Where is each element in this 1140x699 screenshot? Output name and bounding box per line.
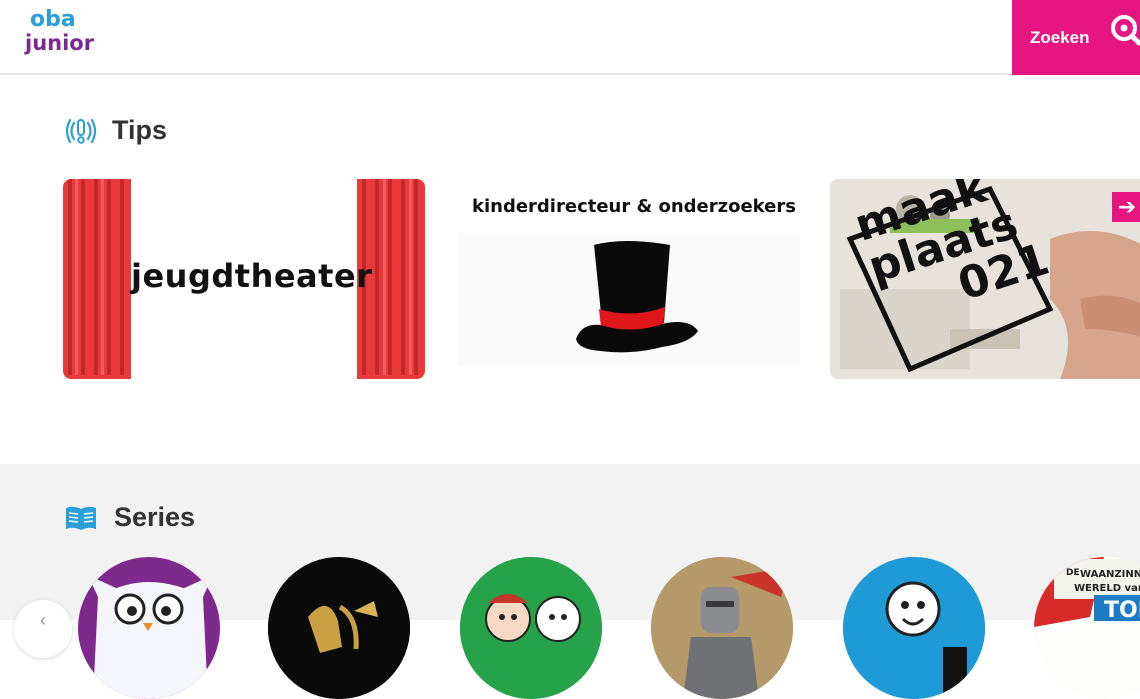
search-button-label: Zoeken (1030, 27, 1090, 47)
series-item-tom[interactable]: DE WAANZINNIGE WERELD van TOM (1034, 557, 1140, 699)
tip-card-jeugdtheater[interactable]: jeugdtheater (63, 179, 425, 379)
tip-card-label: jeugdtheater (131, 257, 373, 295)
series-item-cartoon-kids[interactable] (460, 557, 602, 699)
search-button[interactable]: Zoeken (1012, 0, 1140, 75)
prev-arrow-button[interactable]: ‹ (14, 600, 72, 658)
tip-card-kinderdirecteur[interactable]: kinderdirecteur & onderzoekers (458, 179, 820, 379)
tip-card-maakplaats[interactable]: maak plaats 021 (830, 179, 1140, 379)
arrow-right-icon: ➔ (1117, 194, 1137, 219)
svg-text:junior: junior (24, 31, 95, 55)
tips-section: Tips jeugdtheater kinderdirecteur & onde… (0, 77, 1140, 464)
series-item-owl[interactable] (78, 557, 220, 699)
series-section: Series ‹ DE WAANZINN WERELD van TO (0, 464, 1140, 699)
tips-title: Tips (112, 115, 168, 145)
knight-cover-image (651, 557, 793, 699)
series-item-diary[interactable] (843, 557, 985, 699)
owl-cover-image (88, 575, 213, 699)
diary-cover-image (843, 557, 985, 699)
oba-junior-logo[interactable]: oba junior (24, 4, 96, 58)
series-item-harry-potter[interactable] (268, 557, 410, 699)
series-title: Series (114, 502, 196, 532)
svg-text:oba: oba (30, 7, 76, 32)
top-header: oba junior Zoeken (0, 0, 1140, 75)
cartoon-kids-cover-image (460, 557, 602, 699)
tips-heading: Tips (66, 115, 167, 146)
arrow-left-icon: ‹ (40, 610, 46, 630)
svg-text:TOM: TOM (1104, 598, 1140, 623)
svg-text:WAANZINNIGE: WAANZINNIGE (1080, 569, 1140, 580)
tom-cover-image: DE WAANZINNIGE WERELD van TOM (1034, 557, 1140, 699)
magnifier-icon (1111, 15, 1140, 46)
open-book-icon (66, 506, 96, 530)
series-heading: Series (64, 502, 195, 533)
series-item-knight[interactable] (651, 557, 793, 699)
harry-potter-cover-image (268, 557, 410, 699)
tip-card-label: kinderdirecteur & onderzoekers (472, 196, 796, 217)
next-arrow-button[interactable]: ➔ (1112, 192, 1140, 222)
curtain-left-image (63, 179, 131, 379)
broadcast-icon (66, 118, 96, 144)
svg-text:DE: DE (1066, 568, 1080, 578)
svg-text:WERELD van: WERELD van (1074, 583, 1140, 594)
top-hat-icon (576, 241, 698, 353)
